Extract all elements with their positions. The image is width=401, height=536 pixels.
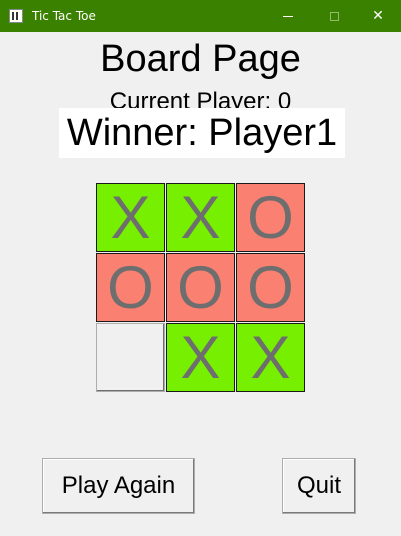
app-icon	[9, 9, 23, 23]
close-icon: ✕	[372, 8, 384, 24]
board-cell-8[interactable]: X	[166, 323, 235, 392]
board-cell-1[interactable]: X	[96, 183, 165, 252]
close-button[interactable]: ✕	[355, 0, 401, 32]
board-cell-7[interactable]	[96, 323, 165, 392]
maximize-button[interactable]	[311, 0, 357, 32]
board-cell-4[interactable]: O	[96, 253, 165, 322]
app-window: Tic Tac Toe ✕ Board Page Current Player:…	[0, 0, 401, 536]
board-cell-9[interactable]: X	[236, 323, 305, 392]
board-cell-2[interactable]: X	[166, 183, 235, 252]
play-again-button[interactable]: Play Again	[42, 458, 195, 514]
board-cell-5[interactable]: O	[166, 253, 235, 322]
winner-label: Winner: Player1	[59, 108, 345, 158]
maximize-icon	[329, 11, 339, 21]
quit-button[interactable]: Quit	[282, 458, 356, 514]
minimize-icon	[283, 15, 293, 17]
game-board: X X O O O O X X	[96, 183, 307, 394]
board-cell-3[interactable]: O	[236, 183, 305, 252]
window-title: Tic Tac Toe	[32, 9, 96, 23]
minimize-button[interactable]	[265, 0, 311, 32]
page-title: Board Page	[100, 38, 301, 80]
board-cell-6[interactable]: O	[236, 253, 305, 322]
title-bar[interactable]: Tic Tac Toe ✕	[0, 0, 401, 32]
